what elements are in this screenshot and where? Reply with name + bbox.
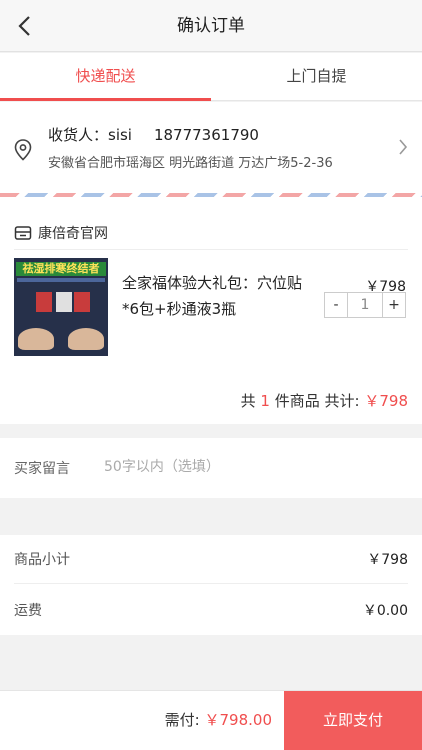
receiver-phone: 18777361790 [153,126,259,144]
pay-now-button[interactable]: 立即支付 [284,691,422,750]
tab-express-delivery[interactable]: 快递配送 [0,53,211,101]
subtotal-value: ￥798 [367,552,408,568]
shop-name: 康倍奇官网 [38,225,108,242]
product-image[interactable]: 祛湿排寒终结者 [14,258,108,356]
shipping-fee-label: 运费 [14,602,42,619]
buyer-message-label: 买家留言 [14,461,70,477]
total-amount: ￥798 [364,392,408,410]
quantity-value[interactable]: 1 [347,293,383,317]
checkout-bar: 需付: ￥798.00 立即支付 [0,690,422,750]
shop-header: 康倍奇官网 [14,216,408,250]
amount-due: 需付: ￥798.00 [165,691,272,749]
total-prefix: 共 [240,392,256,410]
total-count: 1 [260,392,270,410]
tab-self-pickup[interactable]: 上门自提 [211,53,422,100]
location-pin-icon [14,139,32,161]
store-icon [14,225,32,240]
product-image-caption: 祛湿排寒终结者 [16,262,106,276]
receiver-name: 收货人：sisi [48,126,132,144]
increase-button[interactable]: + [383,293,405,317]
shipping-fee-value: ￥0.00 [362,602,408,619]
shipping-address-card[interactable]: 收货人：sisi 18777361790 安徽省合肥市瑶海区 明光路街道 万达广场… [0,102,422,206]
total-suffix: 件商品 共计: [274,392,360,410]
product-name: 全家福体验大礼包：穴位贴*6包+秒通液3瓶 [122,274,303,318]
shipping-fee-row: 运费 ￥0.00 [14,585,408,634]
amount-due-value: ￥798.00 [204,711,273,729]
quantity-stepper: - 1 + [324,292,406,318]
buyer-message-row: 买家留言 [0,438,422,498]
airmail-stripe-divider [0,193,422,197]
order-total-line: 共 1 件商品 共计: ￥798 [241,390,408,411]
amount-due-label: 需付: [164,711,200,729]
buyer-message-input[interactable] [104,456,394,478]
top-nav-bar: 确认订单 [0,0,422,52]
subtotal-label: 商品小计 [14,552,70,568]
receiver-line: 收货人：sisi 18777361790 [48,124,259,145]
address-detail: 安徽省合肥市瑶海区 明光路街道 万达广场5-2-36 [48,156,333,171]
delivery-tabs: 快递配送 上门自提 [0,53,422,101]
price-summary: 商品小计 ￥798 运费 ￥0.00 [0,535,422,635]
subtotal-row: 商品小计 ￥798 [14,535,408,584]
page-title: 确认订单 [177,16,245,36]
decrease-button[interactable]: - [325,293,347,317]
chevron-right-icon [399,139,408,155]
